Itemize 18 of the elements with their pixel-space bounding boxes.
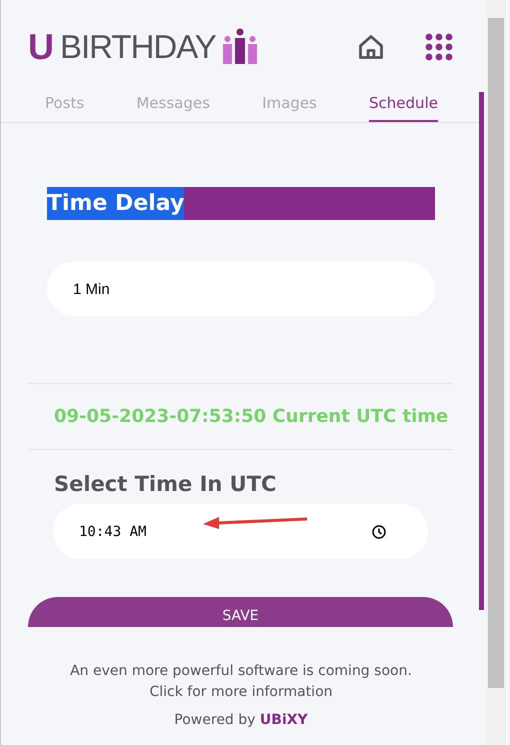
section-title: Time Delay (47, 187, 184, 220)
apps-grid-icon[interactable] (425, 33, 453, 61)
powered-by-text: Powered by UBiXY (174, 711, 308, 730)
time-value: 10:43 AM (79, 524, 146, 540)
candles-icon (222, 28, 260, 66)
info-link[interactable]: Click for more information (149, 682, 333, 703)
delay-field[interactable]: 1 Min (47, 262, 435, 316)
save-button[interactable]: SAVE (28, 597, 453, 627)
clock-icon[interactable] (372, 524, 386, 538)
notice-text: An even more powerful software is coming soon. (70, 662, 412, 681)
logo-letter: U (28, 26, 54, 68)
time-label: Select Time In UTC (54, 472, 278, 496)
tab[interactable]: Schedule (369, 88, 438, 122)
logo-text: BIRTHDAY (60, 28, 216, 66)
scrollbar[interactable] (486, 0, 506, 745)
time-field[interactable]: 10:43 AM (53, 504, 428, 559)
home-icon[interactable] (357, 33, 385, 61)
current-time-text: 09-05-2023-07:53:50 Current UTC time (53, 405, 450, 429)
